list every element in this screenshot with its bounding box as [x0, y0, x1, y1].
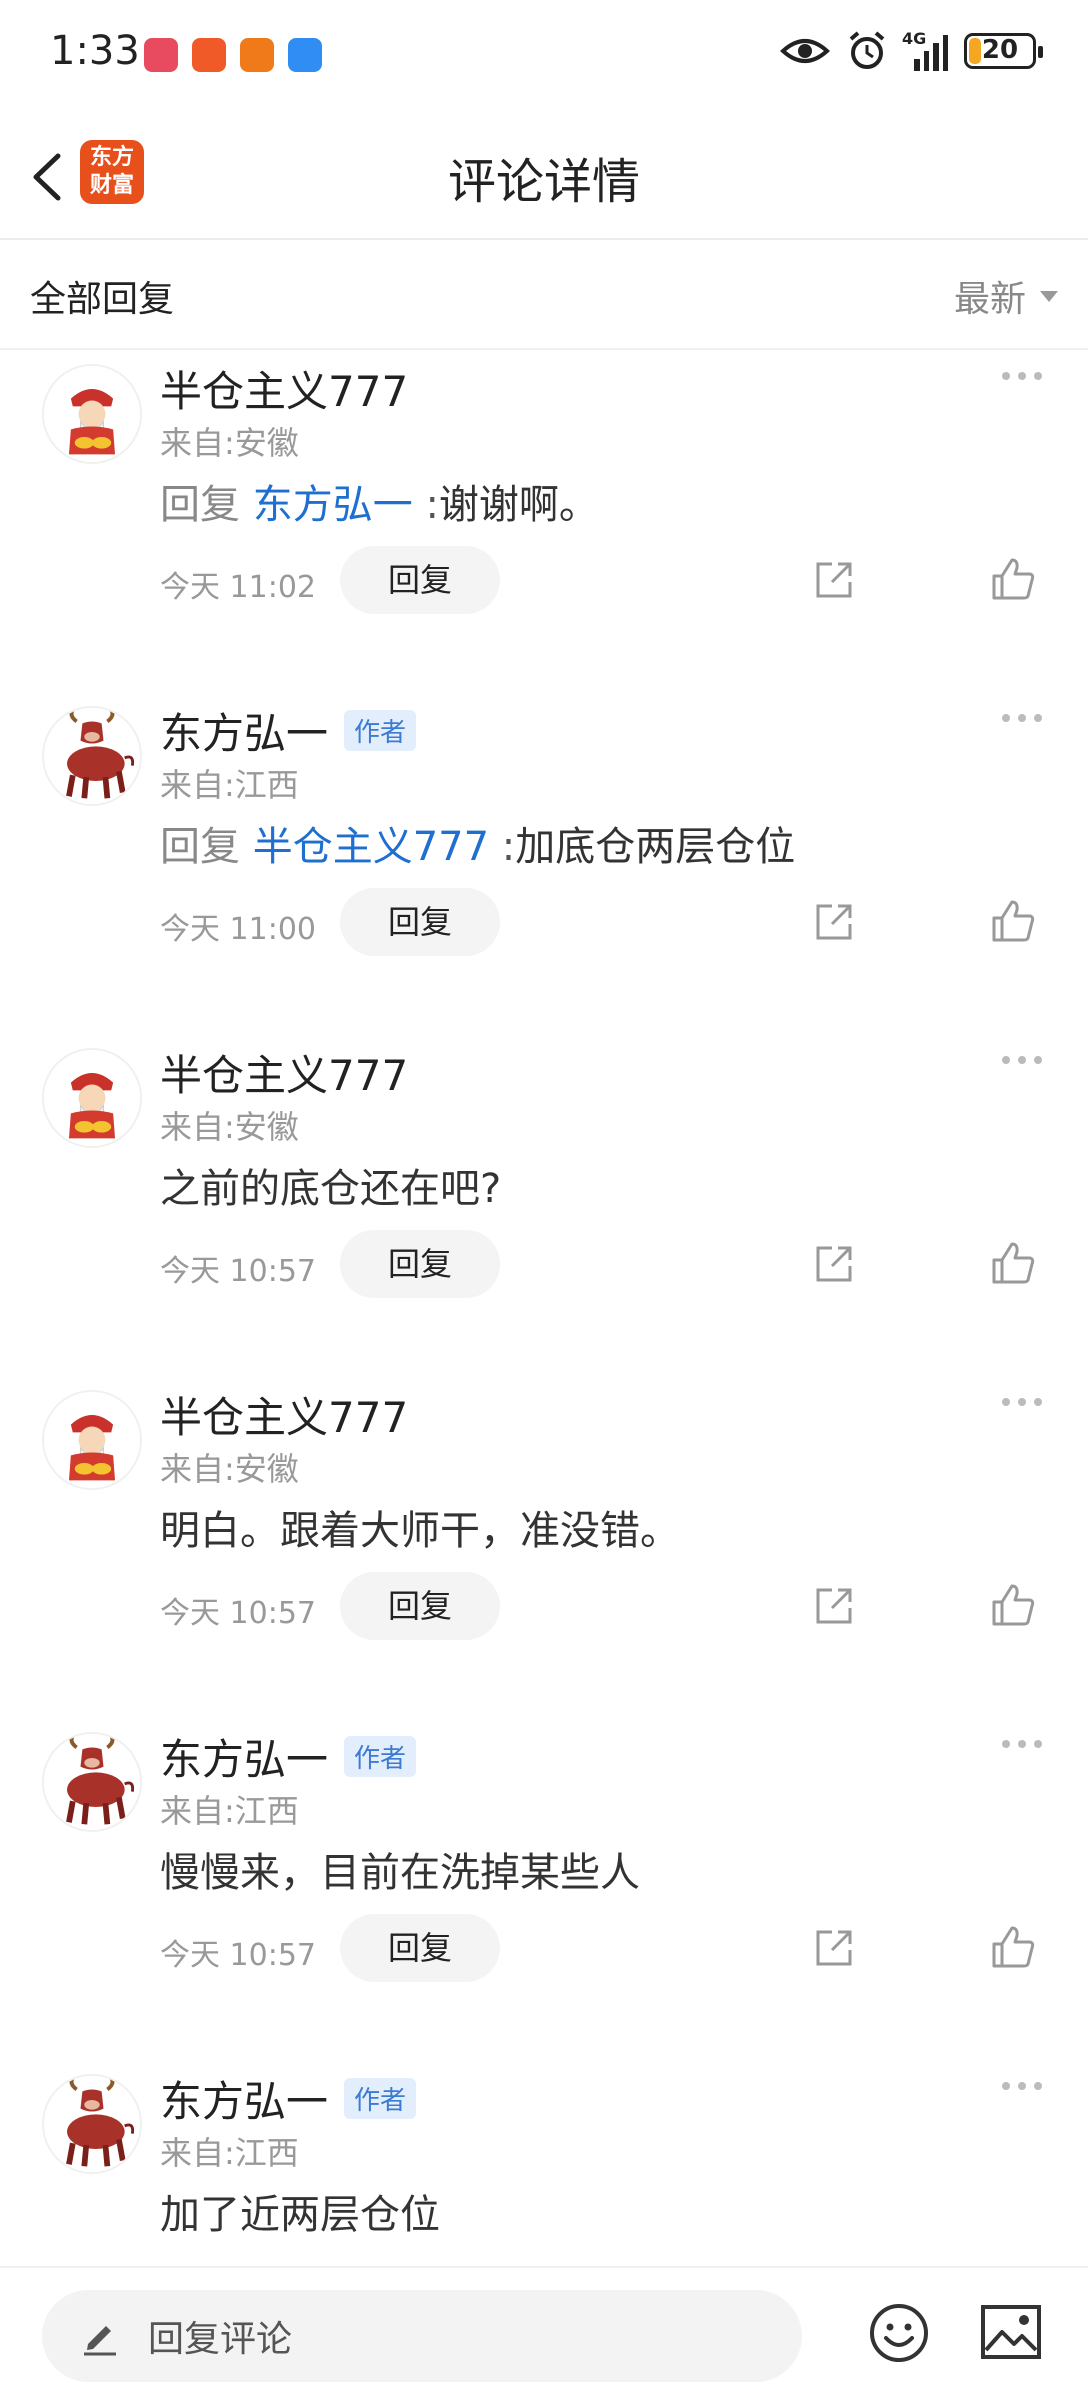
bottom-reply-bar: 回复评论	[0, 2266, 1088, 2402]
location: 来自:江西	[160, 2134, 299, 2172]
comment-text: 加了近两层仓位	[160, 2192, 440, 2238]
eye-icon	[780, 39, 830, 63]
bull-avatar-icon	[44, 708, 140, 804]
reply-button[interactable]: 回复	[340, 888, 500, 956]
network-type: 4G	[902, 29, 927, 48]
share-icon[interactable]	[812, 558, 856, 602]
reply-button[interactable]: 回复	[340, 1572, 500, 1640]
more-options-icon[interactable]	[1002, 1056, 1042, 1064]
bull-avatar-icon	[44, 2076, 140, 2172]
reply-prefix: 回复	[160, 824, 240, 870]
username[interactable]: 东方弘一	[160, 1726, 328, 1787]
share-icon[interactable]	[812, 1242, 856, 1286]
avatar[interactable]	[42, 706, 142, 806]
battery-percent: 20	[981, 35, 1019, 65]
username[interactable]: 半仓主义777	[160, 1042, 408, 1103]
status-time: 1:33	[50, 28, 140, 74]
avatar[interactable]	[42, 1390, 142, 1490]
location: 来自:安徽	[160, 1450, 299, 1488]
more-options-icon[interactable]	[1002, 372, 1042, 380]
fortune-god-avatar-icon	[44, 366, 140, 462]
timestamp: 今天 11:00	[160, 912, 316, 947]
comment-text: 明白。跟着大师干，准没错。	[160, 1508, 680, 1554]
comment-text: 之前的底仓还在吧?	[160, 1166, 502, 1212]
reply-target-link[interactable]: 东方弘一	[253, 482, 413, 528]
page-title: 评论详情	[447, 154, 640, 210]
top-nav-bar: 东方财富 评论详情	[0, 120, 1088, 240]
thumbs-up-icon[interactable]	[990, 1582, 1036, 1628]
comment-item: 东方弘一 作者 来自:江西 回复 半仓主义777 :加底仓两层仓位 今天 11:…	[0, 694, 1088, 1036]
comment-body: 谢谢啊。	[438, 482, 599, 528]
username[interactable]: 东方弘一	[160, 2068, 328, 2129]
share-icon[interactable]	[812, 1584, 856, 1628]
author-badge: 作者	[344, 2078, 417, 2119]
username[interactable]: 半仓主义777	[160, 358, 408, 419]
reply-button[interactable]: 回复	[340, 546, 500, 614]
comment-item: 半仓主义777 来自:安徽 之前的底仓还在吧? 今天 10:57 回复	[0, 1036, 1088, 1378]
image-icon[interactable]	[980, 2304, 1042, 2360]
thumbs-up-icon[interactable]	[990, 898, 1036, 944]
thumbs-up-icon[interactable]	[990, 1924, 1036, 1970]
more-options-icon[interactable]	[1002, 714, 1042, 722]
notification-icons	[144, 38, 322, 72]
share-icon[interactable]	[812, 900, 856, 944]
thumbs-up-icon[interactable]	[990, 556, 1036, 602]
username[interactable]: 东方弘一	[160, 700, 328, 761]
reply-separator: :	[425, 482, 439, 528]
username[interactable]: 半仓主义777	[160, 1384, 408, 1445]
location: 来自:安徽	[160, 1108, 299, 1146]
battery-icon: 20	[964, 33, 1043, 69]
reply-prefix: 回复	[160, 482, 240, 528]
fortune-god-avatar-icon	[44, 1050, 140, 1146]
timestamp: 今天 10:57	[160, 1254, 316, 1289]
emoji-icon[interactable]	[868, 2302, 930, 2364]
avatar[interactable]	[42, 2074, 142, 2174]
reply-button[interactable]: 回复	[340, 1914, 500, 1982]
signal-icon: 4G	[902, 29, 948, 71]
timestamp: 今天 10:57	[160, 1596, 316, 1631]
status-bar: 1:33 4G 20	[0, 0, 1088, 112]
avatar[interactable]	[42, 364, 142, 464]
huawei-app-icon	[144, 38, 178, 72]
avatar[interactable]	[42, 1048, 142, 1148]
flight-app-icon	[240, 38, 274, 72]
reply-comment-input[interactable]: 回复评论	[42, 2290, 802, 2382]
comment-text: 慢慢来，目前在洗掉某些人	[160, 1850, 640, 1896]
timestamp: 今天 10:57	[160, 1938, 316, 1973]
timestamp: 今天 11:02	[160, 570, 316, 605]
comment-item: 半仓主义777 来自:安徽 明白。跟着大师干，准没错。 今天 10:57 回复	[0, 1378, 1088, 1720]
location: 来自:江西	[160, 766, 299, 804]
fortune-god-avatar-icon	[44, 1392, 140, 1488]
pencil-icon	[84, 2326, 116, 2356]
location: 来自:安徽	[160, 424, 299, 462]
comment-item: 东方弘一 作者 来自:江西 慢慢来，目前在洗掉某些人 今天 10:57 回复	[0, 1720, 1088, 2062]
author-badge: 作者	[344, 710, 417, 751]
reply-button[interactable]: 回复	[340, 1230, 500, 1298]
location: 来自:江西	[160, 1792, 299, 1830]
comment-body: 加底仓两层仓位	[515, 824, 796, 870]
reply-input-placeholder: 回复评论	[148, 2319, 293, 2360]
author-badge: 作者	[344, 1736, 417, 1777]
alarm-icon	[849, 31, 885, 69]
reply-separator: :	[501, 824, 516, 870]
comment-text: 回复 半仓主义777 :加底仓两层仓位	[160, 814, 795, 872]
caret-down-icon	[1040, 290, 1058, 302]
all-replies-label: 全部回复	[30, 279, 175, 320]
more-options-icon[interactable]	[1002, 1398, 1042, 1406]
bull-avatar-icon	[44, 1734, 140, 1830]
thumbs-up-icon[interactable]	[990, 1240, 1036, 1286]
more-options-icon[interactable]	[1002, 2082, 1042, 2090]
filter-row: 全部回复 最新	[0, 240, 1088, 350]
sort-dropdown[interactable]: 最新	[954, 270, 1058, 322]
share-icon[interactable]	[812, 1926, 856, 1970]
avatar[interactable]	[42, 1732, 142, 1832]
more-options-icon[interactable]	[1002, 1740, 1042, 1748]
orange-app-icon	[192, 38, 226, 72]
comment-item: 东方弘一 作者 来自:江西 加了近两层仓位	[0, 2062, 1088, 2266]
cloud-app-icon	[288, 38, 322, 72]
comment-text: 回复 东方弘一 :谢谢啊。	[160, 472, 599, 530]
reply-target-link[interactable]: 半仓主义777	[253, 824, 489, 870]
comment-item: 半仓主义777 来自:安徽 回复 东方弘一 :谢谢啊。 今天 11:02 回复	[0, 352, 1088, 694]
sort-label: 最新	[953, 279, 1026, 320]
